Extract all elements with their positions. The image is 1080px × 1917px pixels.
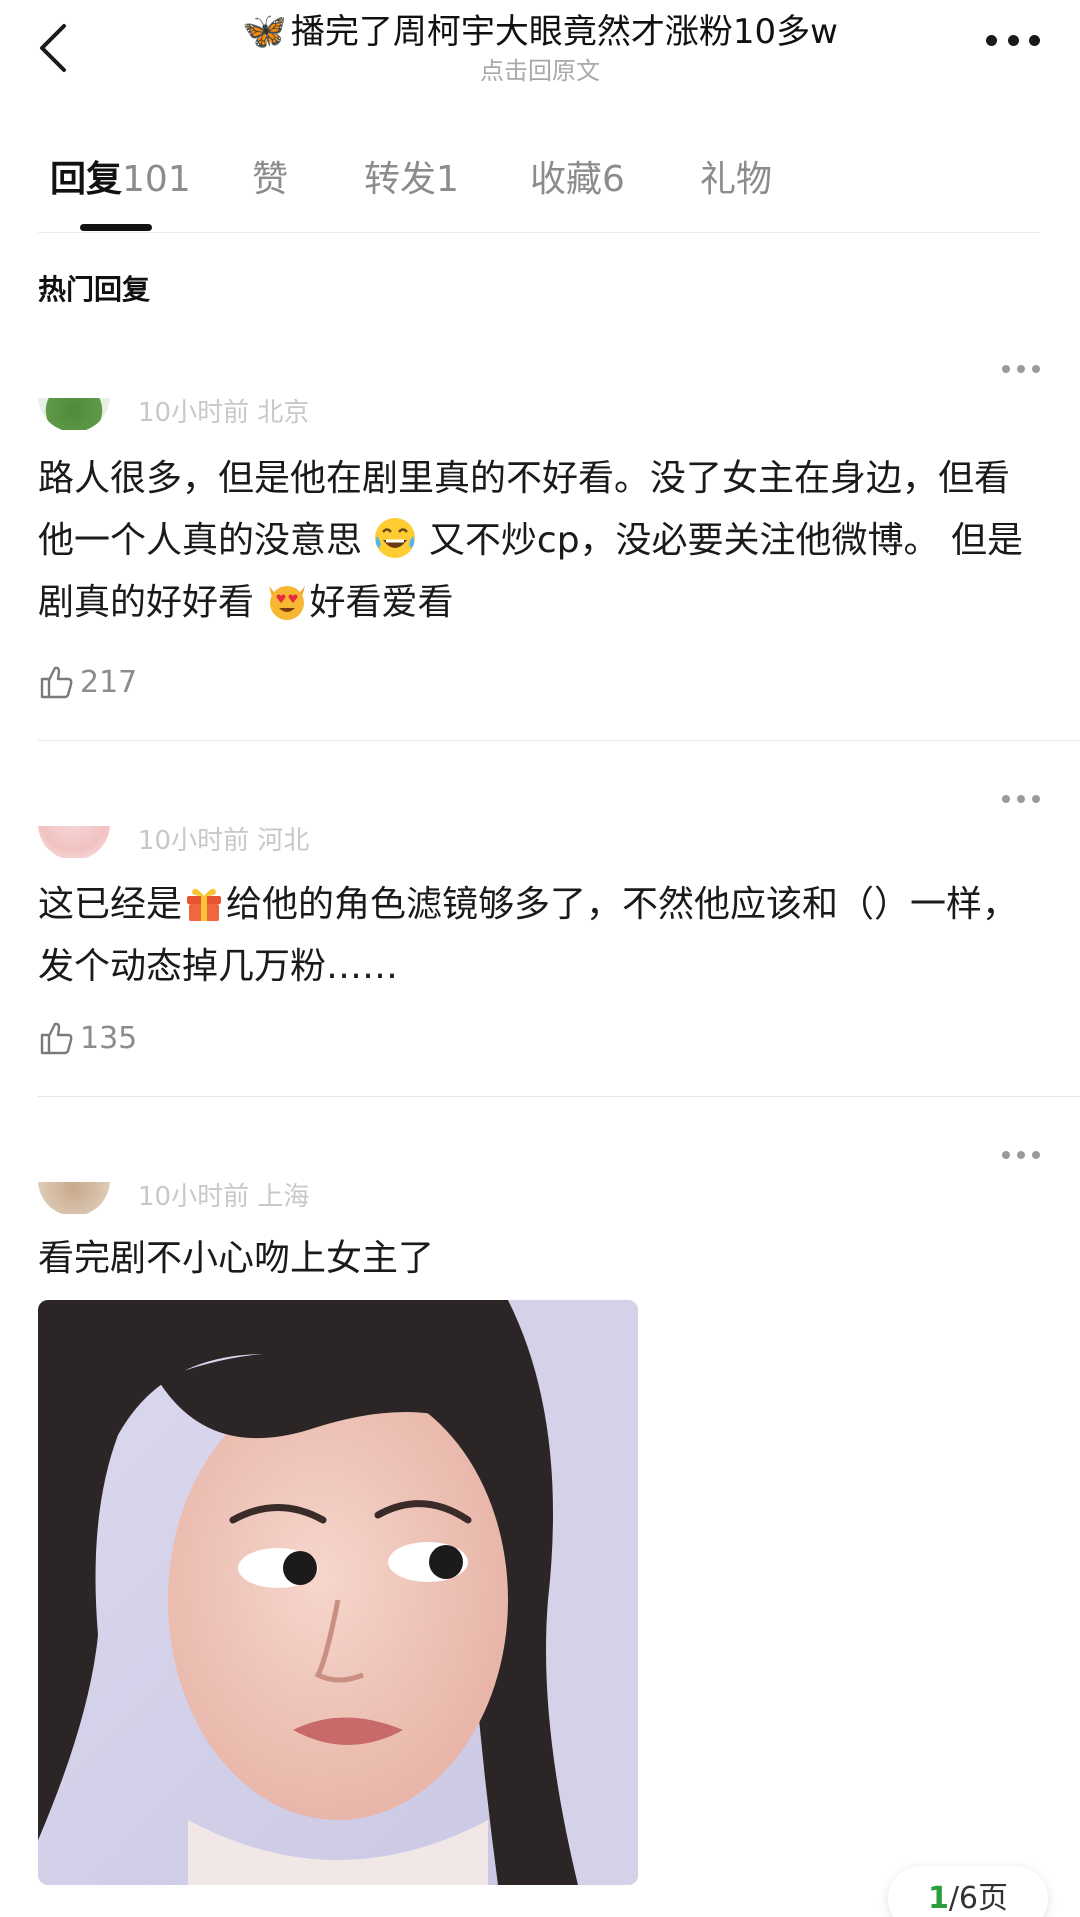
comment-text-part: 看完剧不小心吻上女主了 <box>38 1238 435 1279</box>
current-page: 1 <box>927 1881 949 1916</box>
tab-replies-label: 回复 <box>50 159 123 200</box>
more-dot-icon <box>1032 1151 1040 1159</box>
comment-user-row[interactable]: 10小时前 北京 <box>38 398 538 430</box>
comment-user-row[interactable]: 10小时前 上海 <box>38 1182 538 1214</box>
more-dot-icon <box>1002 365 1010 373</box>
comment-text: 看完剧不小心吻上女主了 <box>38 1228 1038 1290</box>
avatar[interactable] <box>38 826 110 858</box>
thumbs-up-icon <box>40 666 73 699</box>
more-dot-icon <box>1002 795 1010 803</box>
butterfly-emoji: 🦋 <box>242 11 287 52</box>
comment-meta: 10小时前 河北 <box>138 826 310 856</box>
tab-favorites[interactable]: 收藏6 <box>530 150 625 202</box>
like-count: 135 <box>80 1020 138 1056</box>
tabs-divider <box>38 232 1040 233</box>
tab-bar: 回复101 赞 转发1 收藏6 礼物 <box>0 150 1040 234</box>
page-indicator[interactable]: 1/6页 <box>888 1866 1048 1917</box>
page-indicator-text: 1/6页 <box>928 1881 1008 1916</box>
tab-replies-count: 101 <box>122 159 191 200</box>
thumbs-up-icon <box>40 1022 73 1055</box>
tab-reposts-label: 转发 <box>364 159 437 200</box>
tab-reposts-count: 1 <box>436 159 459 200</box>
post-title-text: 播完了周柯宇大眼竟然才涨粉10多w <box>290 12 838 52</box>
heart-eyes-cat-emoji-icon <box>269 586 306 620</box>
laughing-tears-emoji-icon <box>375 518 416 558</box>
more-dot-icon <box>986 34 997 46</box>
comment-divider <box>38 740 1080 741</box>
comment-text-part: 好看爱看 <box>309 582 454 623</box>
more-dot-icon <box>1032 795 1040 803</box>
gift-emoji-icon <box>187 888 222 921</box>
tab-replies[interactable]: 回复101 <box>50 150 191 202</box>
post-title-area[interactable]: 🦋 播完了周柯宇大眼竟然才涨粉10多w 点击回原文 <box>150 10 930 86</box>
comment-divider <box>38 1096 1080 1097</box>
post-title: 🦋 播完了周柯宇大眼竟然才涨粉10多w <box>150 10 930 54</box>
more-dot-icon <box>1017 365 1025 373</box>
tab-reposts[interactable]: 转发1 <box>364 150 459 202</box>
tab-gifts[interactable]: 礼物 <box>700 150 772 202</box>
total-pages: /6页 <box>948 1881 1009 1916</box>
avatar[interactable] <box>38 1182 110 1214</box>
tab-likes[interactable]: 赞 <box>252 150 288 202</box>
comment-more-button[interactable] <box>1002 364 1040 374</box>
comment-user-row[interactable]: 10小时前 河北 <box>38 826 538 858</box>
more-options-button[interactable] <box>986 30 1040 50</box>
back-to-original-link[interactable]: 点击回原文 <box>150 56 930 86</box>
active-tab-indicator <box>80 224 152 231</box>
tab-gifts-label: 礼物 <box>700 159 773 200</box>
like-button[interactable]: 135 <box>38 1018 137 1058</box>
tab-favorites-count: 6 <box>602 159 625 200</box>
more-dot-icon <box>1002 1151 1010 1159</box>
tab-favorites-label: 收藏 <box>530 159 603 200</box>
more-dot-icon <box>1007 34 1019 46</box>
more-dot-icon <box>1032 365 1040 373</box>
avatar[interactable] <box>38 398 110 430</box>
comment-text: 路人很多，但是他在剧里真的不好看。没了女主在身边，但看他一个人真的没意思 又不炒… <box>38 448 1038 634</box>
tab-likes-label: 赞 <box>252 159 289 200</box>
back-button[interactable] <box>34 18 74 78</box>
like-count: 217 <box>80 664 138 700</box>
hot-replies-heading: 热门回复 <box>38 273 151 306</box>
like-button[interactable]: 217 <box>38 662 137 702</box>
woman-grimace-photo <box>38 1300 638 1885</box>
comment-meta: 10小时前 北京 <box>138 398 310 428</box>
more-dot-icon <box>1029 34 1040 46</box>
more-dot-icon <box>1017 1151 1025 1159</box>
comment-more-button[interactable] <box>1002 1150 1040 1160</box>
comment-photo[interactable] <box>38 1300 638 1885</box>
comment-text: 这已经是 给他的角色滤镜够多了，不然他应该和（）一样，发个动态掉几万粉…… <box>38 874 1038 998</box>
comment-page: 🦋 播完了周柯宇大眼竟然才涨粉10多w 点击回原文 回复101 赞 转发1 收藏6… <box>0 0 1080 1917</box>
chevron-left-icon <box>40 24 66 72</box>
comment-meta: 10小时前 上海 <box>138 1182 310 1212</box>
more-dot-icon <box>1017 795 1025 803</box>
comment-text-part: 这已经是 <box>38 884 183 925</box>
comment-more-button[interactable] <box>1002 794 1040 804</box>
